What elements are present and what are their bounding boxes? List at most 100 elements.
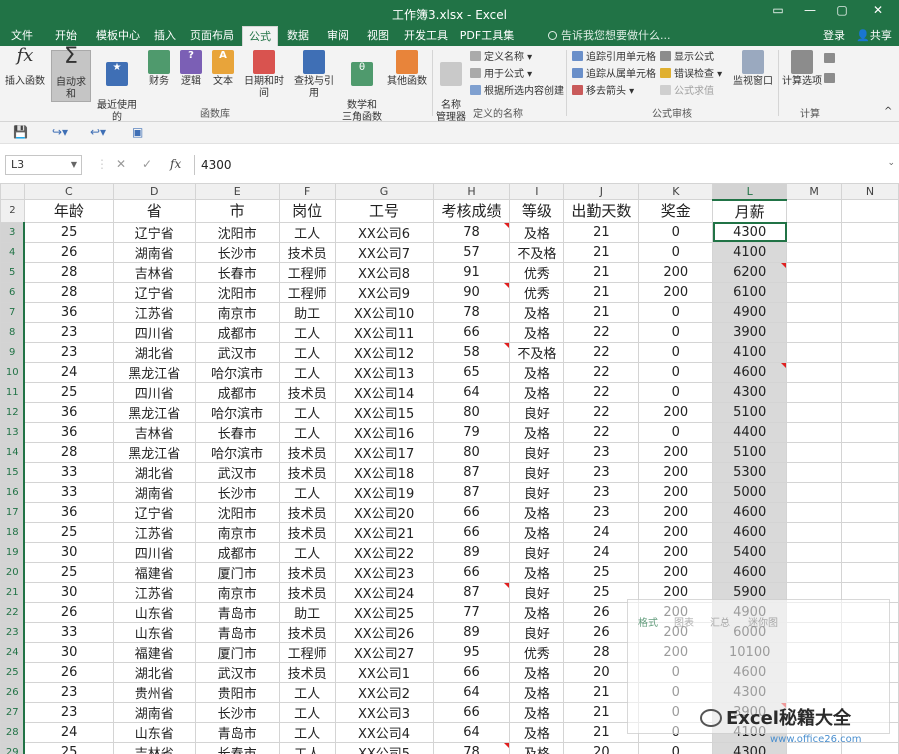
collapse-ribbon-icon[interactable]: ^	[884, 104, 892, 120]
selected-cell[interactable]: 3900	[712, 321, 788, 343]
cell[interactable]: 贵阳市	[194, 681, 280, 703]
cell[interactable]: 工人	[278, 361, 336, 383]
row-header[interactable]: 6	[0, 281, 26, 303]
cell[interactable]: 22	[563, 401, 640, 423]
error-checking-button[interactable]: 错误检查 ▾	[660, 67, 722, 83]
cell[interactable]: 黑龙江省	[112, 361, 196, 383]
row-header[interactable]: 2	[0, 199, 25, 223]
cell[interactable]: 助工	[278, 601, 336, 623]
cell[interactable]: 200	[638, 461, 714, 483]
selected-cell[interactable]: 5000	[712, 481, 788, 503]
empty-cell[interactable]	[786, 541, 843, 563]
cell[interactable]: 200	[638, 521, 714, 543]
cell[interactable]: 21	[563, 301, 640, 323]
cell[interactable]: 0	[638, 221, 714, 243]
cell[interactable]: 技术员	[278, 661, 336, 683]
cell[interactable]: XX公司6	[334, 221, 434, 243]
cell[interactable]: 64	[432, 381, 511, 403]
cell[interactable]: 工人	[278, 681, 336, 703]
empty-cell[interactable]	[841, 261, 899, 283]
cell[interactable]: XX公司20	[334, 501, 434, 523]
empty-cell[interactable]	[841, 401, 899, 423]
cell[interactable]: 及格	[509, 321, 565, 343]
cell[interactable]: 25	[23, 221, 114, 243]
cell[interactable]: XX公司12	[334, 341, 434, 363]
row-header[interactable]: 27	[0, 701, 26, 723]
column-header[interactable]: N	[841, 183, 899, 200]
cell[interactable]: XX公司14	[334, 381, 434, 403]
cell[interactable]: 四川省	[112, 321, 196, 343]
cell[interactable]: XX公司8	[334, 261, 434, 283]
selected-cell[interactable]: 4100	[712, 341, 788, 363]
quick-analysis-tab-charts[interactable]: 图表	[674, 614, 694, 629]
cell[interactable]: 吉林省	[112, 741, 196, 754]
worksheet-grid[interactable]: CDEFGHIJKLMN 2 年龄省市岗位 工号 考核成绩 等级 出勤天数 奖金 月薪 3 25 辽…	[0, 183, 899, 754]
cell[interactable]: 工人	[278, 421, 336, 443]
name-box[interactable]: L3 ▼	[5, 155, 82, 175]
selected-cell[interactable]: 5300	[712, 461, 788, 483]
row-header[interactable]: 17	[0, 501, 26, 523]
cell[interactable]: 23	[563, 441, 640, 463]
quick-analysis-tab-format[interactable]: 格式	[638, 614, 658, 629]
cell[interactable]: XX公司24	[334, 581, 434, 603]
cell[interactable]: 0	[638, 241, 714, 263]
redo-icon[interactable]: ↪▾	[52, 125, 68, 141]
empty-cell[interactable]	[841, 341, 899, 363]
create-from-selection-button[interactable]: 根据所选内容创建	[470, 84, 564, 100]
row-header[interactable]: 19	[0, 541, 26, 563]
cell[interactable]: XX公司1	[334, 661, 434, 683]
empty-cell[interactable]	[841, 321, 899, 343]
column-header[interactable]: D	[112, 183, 196, 200]
cell[interactable]: 厦门市	[194, 561, 280, 583]
show-formulas-button[interactable]: 显示公式	[660, 50, 714, 66]
cell[interactable]: 沈阳市	[194, 281, 280, 303]
empty-cell[interactable]	[786, 481, 843, 503]
selected-cell[interactable]: 5400	[712, 541, 788, 563]
cell[interactable]: 28	[23, 281, 114, 303]
empty-cell[interactable]	[841, 199, 899, 223]
cell[interactable]: 200	[638, 541, 714, 563]
cell[interactable]: 技术员	[278, 441, 336, 463]
cell[interactable]: 36	[23, 421, 114, 443]
quick-analysis-tab-totals[interactable]: 汇总	[710, 614, 730, 629]
selected-cell[interactable]: 4100	[712, 241, 788, 263]
undo-icon[interactable]: ↩▾	[90, 125, 106, 141]
row-header[interactable]: 5	[0, 261, 26, 283]
empty-cell[interactable]	[786, 301, 843, 323]
trace-precedents-button[interactable]: 追踪引用单元格	[572, 50, 656, 66]
row-header[interactable]: 4	[0, 241, 26, 263]
cell[interactable]: 湖北省	[112, 661, 196, 683]
cell[interactable]: 0	[638, 361, 714, 383]
row-header[interactable]: 21	[0, 581, 26, 603]
column-title-cell[interactable]: 月薪	[712, 199, 788, 223]
cell[interactable]: 26	[23, 241, 114, 263]
cell[interactable]: 23	[23, 321, 114, 343]
selected-cell[interactable]: 6100	[712, 281, 788, 303]
cell[interactable]: 25	[23, 741, 114, 754]
empty-cell[interactable]	[841, 301, 899, 323]
column-title-cell[interactable]: 等级	[509, 199, 565, 223]
cell[interactable]: 21	[563, 241, 640, 263]
cell[interactable]: 22	[563, 381, 640, 403]
column-header[interactable]: E	[194, 183, 280, 200]
empty-cell[interactable]	[786, 521, 843, 543]
empty-cell[interactable]	[841, 521, 899, 543]
row-header[interactable]: 16	[0, 481, 26, 503]
cell[interactable]: 青岛市	[194, 601, 280, 623]
empty-cell[interactable]	[841, 501, 899, 523]
cell[interactable]: 工人	[278, 221, 336, 243]
cell[interactable]: XX公司2	[334, 681, 434, 703]
cell[interactable]: 22	[563, 321, 640, 343]
cell[interactable]: 技术员	[278, 581, 336, 603]
cell[interactable]: 工人	[278, 341, 336, 363]
cell[interactable]: 200	[638, 441, 714, 463]
row-header[interactable]: 20	[0, 561, 26, 583]
cell[interactable]: 21	[563, 261, 640, 283]
cell[interactable]: 及格	[509, 681, 565, 703]
cell[interactable]: 87	[432, 581, 511, 603]
cell[interactable]: 25	[23, 521, 114, 543]
cell[interactable]: 良好	[509, 401, 565, 423]
cell[interactable]: 及格	[509, 421, 565, 443]
row-header[interactable]: 14	[0, 441, 26, 463]
empty-cell[interactable]	[786, 241, 843, 263]
